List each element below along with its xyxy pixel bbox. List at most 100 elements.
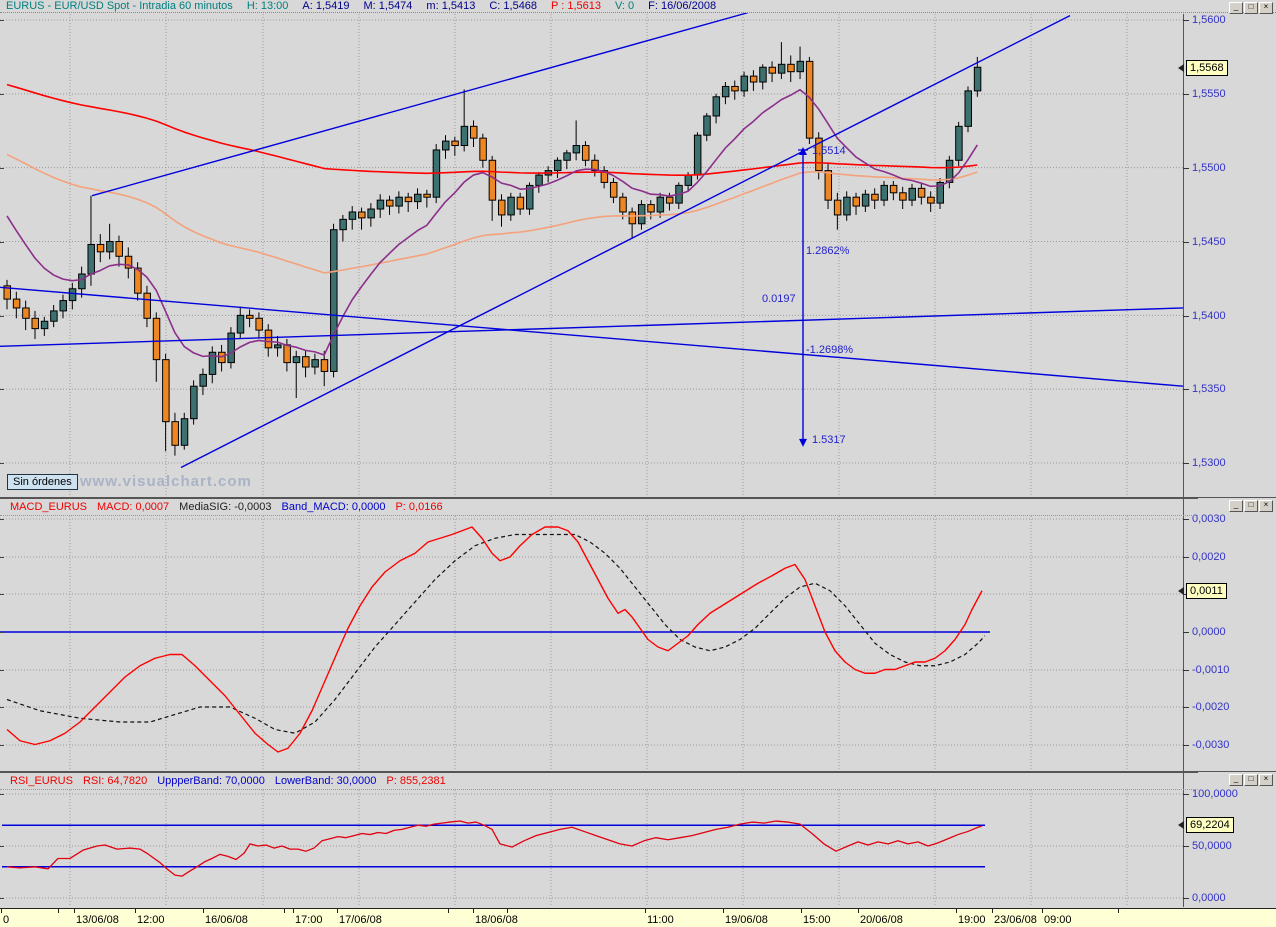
- rsi-marker-arrow-icon: [1178, 821, 1184, 829]
- axis-tick-left: [0, 794, 4, 795]
- time-tick-label: 09:00: [1044, 914, 1072, 926]
- macd-value-box: 0,0011: [1186, 583, 1227, 599]
- close-button[interactable]: ×: [1259, 774, 1273, 786]
- time-tick-label: 19/06/08: [725, 914, 768, 926]
- candle-down: [488, 159, 497, 201]
- title-segment: V: 0: [615, 0, 635, 12]
- candle-down: [917, 187, 926, 198]
- time-tick: [992, 909, 993, 913]
- chart-title-bar: EURUS - EUR/USD Spot - Intradia 60 minut…: [0, 0, 1276, 13]
- axis-tick: [1183, 846, 1189, 847]
- time-tick: [473, 909, 474, 913]
- time-tick: [1042, 909, 1043, 913]
- last-price-box: 1,5568: [1186, 60, 1228, 76]
- maximize-button[interactable]: □: [1244, 500, 1258, 512]
- minimize-button[interactable]: _: [1229, 774, 1243, 786]
- candle-down: [497, 199, 506, 216]
- title-segment: m: 1,5413: [426, 0, 476, 12]
- candle-up: [507, 196, 515, 216]
- candle-down: [246, 314, 254, 319]
- time-tick: [135, 909, 136, 913]
- measure-arrow-up: [799, 146, 807, 155]
- time-tick-label: 16/06/08: [205, 914, 248, 926]
- candle-up: [703, 115, 711, 136]
- title-segment: H: 13:00: [246, 0, 289, 12]
- candle-up: [106, 241, 114, 253]
- axis-tick: [1183, 745, 1189, 746]
- close-button[interactable]: ×: [1259, 2, 1273, 14]
- candle-up: [442, 140, 450, 151]
- axis-tick: [1183, 557, 1189, 558]
- candle-up: [563, 152, 571, 161]
- time-tick-label: 23/06/08: [994, 914, 1037, 926]
- candle-up: [908, 187, 917, 201]
- time-tick: [1, 909, 2, 913]
- ma-fast: [6, 88, 978, 358]
- maximize-button[interactable]: □: [1244, 2, 1258, 14]
- candle-up: [460, 125, 469, 147]
- axis-tick-left: [0, 20, 4, 21]
- candle-up: [712, 96, 721, 117]
- time-tick: [58, 909, 59, 913]
- candle-up: [414, 193, 422, 203]
- title-segment: A: 1,5419: [302, 0, 350, 12]
- time-axis[interactable]: 0 13/06/08 12:00 16/06/08 17:00 17/06/08 18/06…: [0, 908, 1276, 927]
- maximize-button[interactable]: □: [1244, 774, 1258, 786]
- axis-tick: [1183, 316, 1189, 317]
- axis-tick-left: [0, 707, 4, 708]
- candle-up: [274, 344, 282, 349]
- candle-down: [96, 243, 105, 253]
- candle-down: [255, 317, 263, 331]
- candle-down: [852, 196, 861, 207]
- candle-down: [749, 75, 758, 83]
- axis-tick-label: -0,0020: [1192, 701, 1230, 713]
- candle-up: [572, 145, 581, 154]
- candle-up: [376, 199, 385, 210]
- candle-up: [861, 193, 870, 207]
- candle-up: [199, 373, 207, 387]
- candle-down: [665, 196, 674, 204]
- candle-down: [479, 137, 487, 161]
- candle-down: [731, 85, 739, 92]
- time-tick-label: 12:00: [137, 914, 165, 926]
- candle-down: [302, 356, 310, 368]
- candle-up: [292, 356, 301, 364]
- time-tick: [74, 909, 75, 913]
- axis-tick-label: -0,0010: [1192, 664, 1230, 676]
- visual-chart-window: EURUS - EUR/USD Spot - Intradia 60 minut…: [0, 0, 1276, 927]
- candle-down: [115, 241, 123, 257]
- minimize-button[interactable]: _: [1229, 500, 1243, 512]
- candle-up: [348, 211, 357, 220]
- candle-down: [31, 317, 39, 330]
- candle-up: [87, 243, 95, 275]
- time-tick: [1118, 909, 1119, 913]
- candle-up: [637, 204, 646, 225]
- indicator-header-segment: P: 855,2381: [386, 775, 446, 787]
- title-segment: F: 16/06/2008: [648, 0, 717, 12]
- candle-down: [628, 211, 637, 225]
- axis-tick-left: [0, 389, 4, 390]
- rsi-header: RSI_EURUS RSI: 64,7820 UppperBand: 70,0000…: [0, 772, 1198, 790]
- candle-up: [955, 125, 963, 161]
- candle-down: [358, 211, 366, 219]
- axis-tick: [1183, 463, 1189, 464]
- minimize-button[interactable]: _: [1229, 2, 1243, 14]
- time-tick-label: 17/06/08: [339, 914, 382, 926]
- rsi-window-buttons: _ □ ×: [1229, 774, 1273, 786]
- axis-tick-left: [0, 898, 4, 899]
- axis-tick-left: [0, 745, 4, 746]
- time-tick: [284, 909, 285, 913]
- candle-down: [404, 196, 413, 203]
- axis-tick-label: 1,5450: [1192, 236, 1226, 248]
- axis-tick-left: [0, 94, 4, 95]
- axis-tick: [1183, 632, 1189, 633]
- no-orders-button[interactable]: Sin órdenes: [7, 474, 78, 490]
- candle-up: [553, 159, 562, 172]
- axis-tick-label: 50,0000: [1192, 840, 1232, 852]
- close-button[interactable]: ×: [1259, 500, 1273, 512]
- axis-tick-label: 1,5300: [1192, 457, 1226, 469]
- axis-tick-left: [0, 168, 4, 169]
- axis-tick-left: [0, 557, 4, 558]
- candle-down: [609, 181, 618, 198]
- axis-tick: [1183, 707, 1189, 708]
